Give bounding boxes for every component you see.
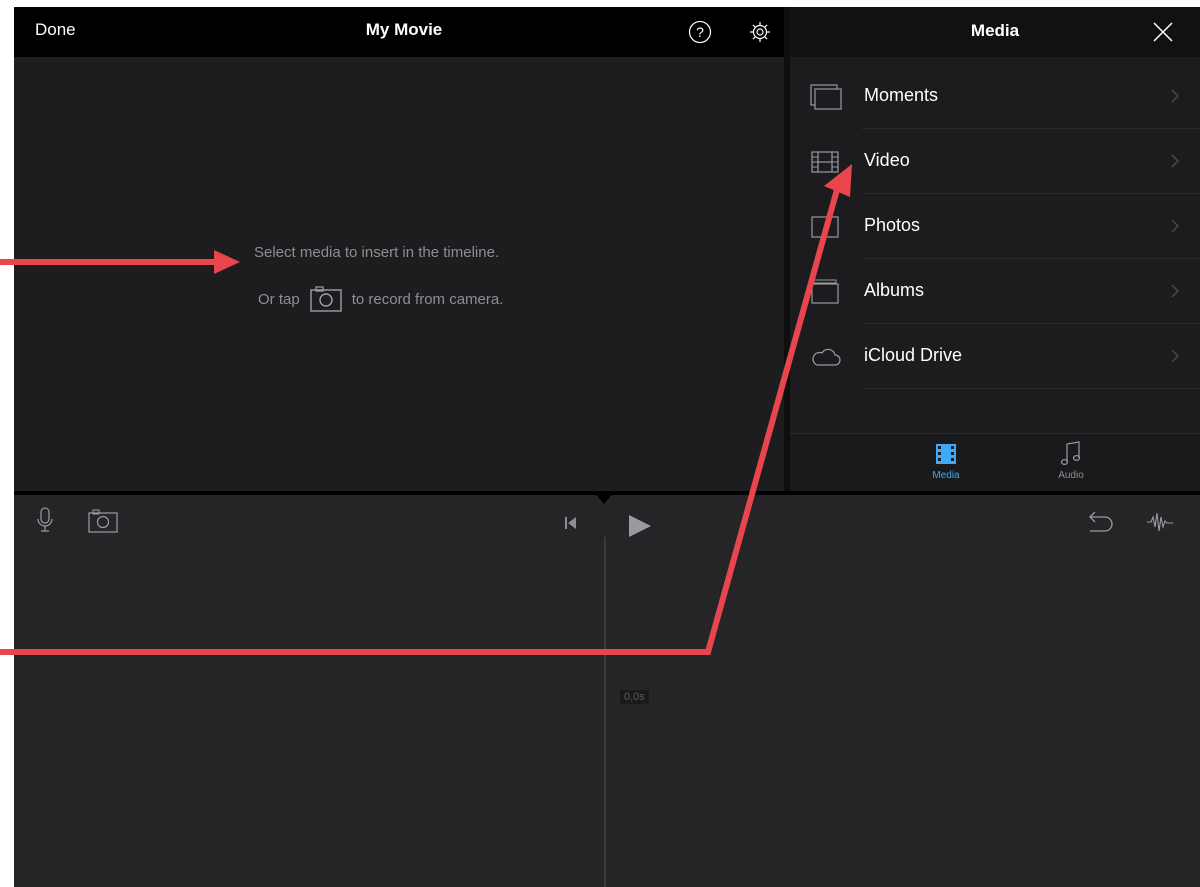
playhead[interactable] xyxy=(604,537,606,887)
cloud-icon xyxy=(810,344,842,370)
record-hint-prefix: Or tap xyxy=(258,290,300,308)
question-circle-icon[interactable]: ? xyxy=(688,20,712,44)
tab-label: Audio xyxy=(1058,470,1084,481)
tab-audio[interactable]: Audio xyxy=(1041,440,1101,490)
media-item-video[interactable]: Video xyxy=(790,129,1200,194)
play-icon[interactable] xyxy=(627,513,653,544)
svg-text:?: ? xyxy=(696,24,704,40)
microphone-icon[interactable] xyxy=(37,507,53,538)
media-item-albums[interactable]: Albums xyxy=(790,259,1200,324)
camera-icon[interactable] xyxy=(88,509,118,538)
skip-to-start-icon[interactable] xyxy=(564,516,578,535)
time-indicator: 0,0s xyxy=(620,690,649,704)
chevron-right-icon xyxy=(1170,348,1180,364)
chevron-right-icon xyxy=(1170,218,1180,234)
media-item-label: Moments xyxy=(864,85,939,105)
media-title: Media xyxy=(970,21,1020,40)
photos-icon xyxy=(810,214,842,240)
close-icon[interactable] xyxy=(1152,21,1174,43)
separator xyxy=(862,388,1200,389)
media-panel: Media Moments Video Photos Albums iCloud… xyxy=(790,7,1200,492)
waveform-icon[interactable] xyxy=(1146,511,1174,538)
media-item-moments[interactable]: Moments xyxy=(790,64,1200,129)
media-tab-bar: Media Audio xyxy=(790,433,1200,492)
media-item-label: iCloud Drive xyxy=(864,345,963,365)
playhead-notch xyxy=(593,491,615,504)
albums-icon xyxy=(810,279,842,305)
camera-icon[interactable] xyxy=(309,286,342,312)
tab-label: Media xyxy=(932,470,960,481)
media-item-photos[interactable]: Photos xyxy=(790,194,1200,259)
media-item-label: Video xyxy=(864,150,910,170)
record-hint-suffix: to record from camera. xyxy=(351,290,504,308)
timeline[interactable] xyxy=(14,495,1200,887)
undo-icon[interactable] xyxy=(1087,509,1115,538)
gear-icon[interactable] xyxy=(748,20,772,44)
media-header: Media xyxy=(790,7,1200,57)
record-hint: Or tap to record from camera. xyxy=(258,286,503,312)
music-note-icon xyxy=(1058,440,1084,468)
movie-title: My Movie xyxy=(365,20,443,39)
top-bar: Done My Movie ? xyxy=(14,7,784,57)
viewer-area: Done My Movie ? Select media to insert i… xyxy=(14,7,784,491)
chevron-right-icon xyxy=(1170,88,1180,104)
chevron-right-icon xyxy=(1170,153,1180,169)
imovie-window: Done My Movie ? Select media to insert i… xyxy=(14,7,1200,887)
empty-state-message: Select media to insert in the timeline. xyxy=(254,244,500,261)
chevron-right-icon xyxy=(1170,283,1180,299)
film-icon xyxy=(810,149,842,175)
media-item-label: Photos xyxy=(864,215,921,235)
media-item-icloud-drive[interactable]: iCloud Drive xyxy=(790,324,1200,389)
moments-icon xyxy=(810,84,842,110)
tab-media[interactable]: Media xyxy=(916,440,976,490)
media-item-label: Albums xyxy=(864,280,925,300)
film-strip-icon xyxy=(933,440,959,468)
